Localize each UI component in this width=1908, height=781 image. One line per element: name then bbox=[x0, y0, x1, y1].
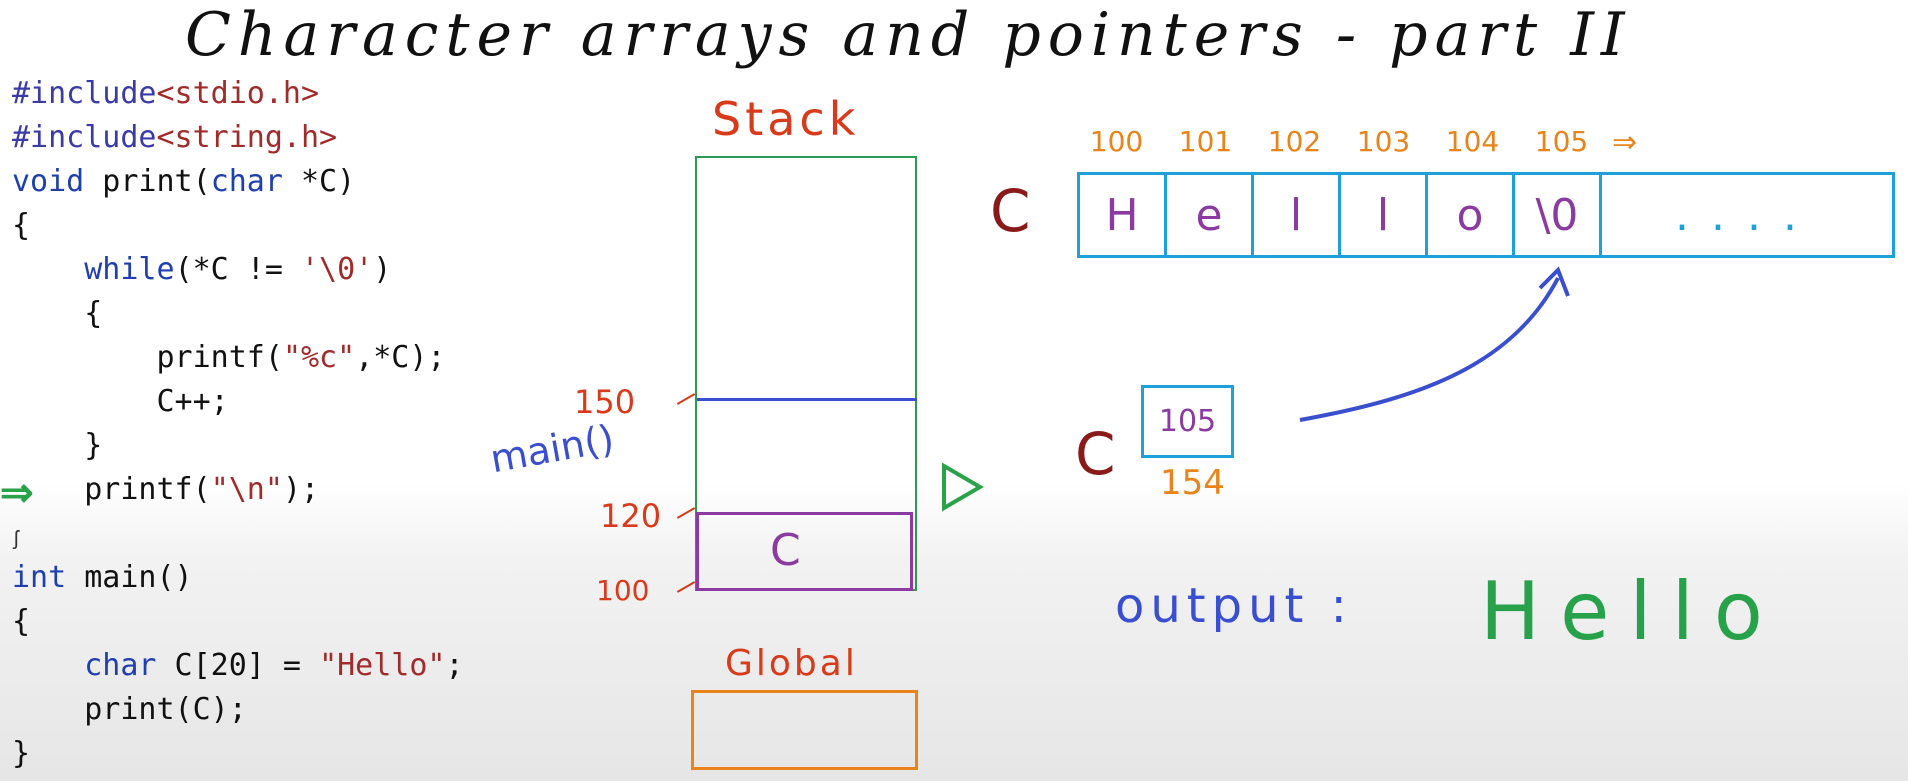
code-token: ; bbox=[445, 648, 464, 683]
code-line: print(C); bbox=[12, 688, 464, 732]
pointer-variable-name: C bbox=[1075, 420, 1116, 488]
code-token: char bbox=[84, 648, 157, 683]
stack-address-100: 100 bbox=[596, 574, 650, 607]
stack-label: Stack bbox=[712, 92, 860, 146]
code-token: <stdio.h> bbox=[156, 76, 320, 111]
code-listing: #include<stdio.h> #include<string.h> void … bbox=[12, 72, 464, 776]
code-token: main() bbox=[66, 560, 193, 595]
char-array: H e l l o \0 .... bbox=[1077, 172, 1895, 258]
pointer-address: 154 bbox=[1160, 463, 1225, 503]
array-variable-name: C bbox=[990, 177, 1031, 245]
tick-mark bbox=[676, 581, 696, 593]
array-cell: l bbox=[1341, 175, 1428, 255]
array-remaining-cells: .... bbox=[1675, 189, 1819, 241]
array-cell: \0 bbox=[1515, 175, 1602, 255]
code-token: { bbox=[12, 604, 31, 639]
array-address: 104 bbox=[1445, 125, 1500, 158]
code-line: while(*C != '\0') bbox=[12, 248, 464, 292]
output-label: output : bbox=[1115, 578, 1353, 634]
code-token: print(C); bbox=[12, 692, 247, 727]
code-token: char bbox=[210, 164, 283, 199]
code-line: void print(char *C) bbox=[12, 160, 464, 204]
code-line: } bbox=[12, 732, 464, 776]
stray-mark: ʃ bbox=[14, 528, 19, 550]
code-token: int bbox=[12, 560, 67, 595]
code-token: (*C != bbox=[174, 252, 301, 287]
current-line-arrow-icon: ⇒ bbox=[0, 471, 34, 515]
code-line: printf("\n"); bbox=[12, 468, 464, 512]
pointer-arrow-icon bbox=[1299, 266, 1570, 422]
code-token: C++; bbox=[12, 384, 229, 419]
array-address: 100 bbox=[1089, 125, 1144, 158]
stack-address-120: 120 bbox=[600, 497, 662, 535]
stack-address-150: 150 bbox=[574, 383, 636, 421]
global-label: Global bbox=[725, 643, 858, 684]
code-line: { bbox=[12, 204, 464, 248]
code-line: char C[20] = "Hello"; bbox=[12, 644, 464, 688]
code-token: printf( bbox=[12, 340, 283, 375]
main-frame-variable-box bbox=[696, 512, 913, 591]
code-token: ) bbox=[373, 252, 392, 287]
code-line: C++; bbox=[12, 380, 464, 424]
code-token: } bbox=[12, 428, 103, 463]
code-token: "\n" bbox=[210, 472, 283, 507]
code-line: #include<string.h> bbox=[12, 116, 464, 160]
array-cell: e bbox=[1167, 175, 1254, 255]
code-token: } bbox=[12, 736, 31, 771]
code-token: *C) bbox=[282, 164, 356, 199]
tick-mark bbox=[676, 393, 696, 405]
code-token: ); bbox=[282, 472, 320, 507]
pointer-value-box: 105 bbox=[1141, 385, 1234, 458]
code-token: print( bbox=[84, 164, 211, 199]
code-token: while bbox=[84, 252, 175, 287]
stack-frame-divider bbox=[697, 398, 917, 401]
diagram-title: Character arrays and pointers - part II bbox=[185, 0, 1632, 70]
array-address: 103 bbox=[1356, 125, 1411, 158]
code-token: printf( bbox=[12, 472, 211, 507]
code-token: ,*C); bbox=[355, 340, 446, 375]
code-token: #include bbox=[12, 120, 157, 155]
code-line: int main() bbox=[12, 556, 464, 600]
array-cell: l bbox=[1254, 175, 1341, 255]
output-value: Hello bbox=[1480, 565, 1783, 658]
code-line: #include<stdio.h> bbox=[12, 72, 464, 116]
code-token: <string.h> bbox=[156, 120, 338, 155]
tick-mark bbox=[676, 507, 696, 519]
code-token: void bbox=[12, 164, 85, 199]
global-region bbox=[691, 690, 918, 770]
code-token: C[20] = bbox=[156, 648, 320, 683]
array-address: 102 bbox=[1267, 125, 1322, 158]
array-address: 101 bbox=[1178, 125, 1233, 158]
array-address: 105 bbox=[1534, 125, 1589, 158]
code-token: #include bbox=[12, 76, 157, 111]
code-line: printf("%c",*C); bbox=[12, 336, 464, 380]
code-line: { bbox=[12, 292, 464, 336]
code-line: { bbox=[12, 600, 464, 644]
array-address-row: 100 101 102 103 104 105 ⇒ bbox=[1072, 125, 1637, 160]
array-cell: H bbox=[1080, 175, 1167, 255]
code-token: { bbox=[12, 208, 31, 243]
code-token: "Hello" bbox=[319, 648, 446, 683]
code-token: "%c" bbox=[282, 340, 356, 375]
code-line: } bbox=[12, 424, 464, 468]
array-cell: o bbox=[1428, 175, 1515, 255]
play-icon[interactable] bbox=[940, 462, 984, 512]
main-frame-label: main() bbox=[487, 416, 618, 482]
continues-arrow-icon: ⇒ bbox=[1612, 125, 1638, 160]
code-token: { bbox=[12, 296, 103, 331]
code-token: '\0' bbox=[301, 252, 374, 287]
frame-variable-c: C bbox=[770, 525, 801, 576]
